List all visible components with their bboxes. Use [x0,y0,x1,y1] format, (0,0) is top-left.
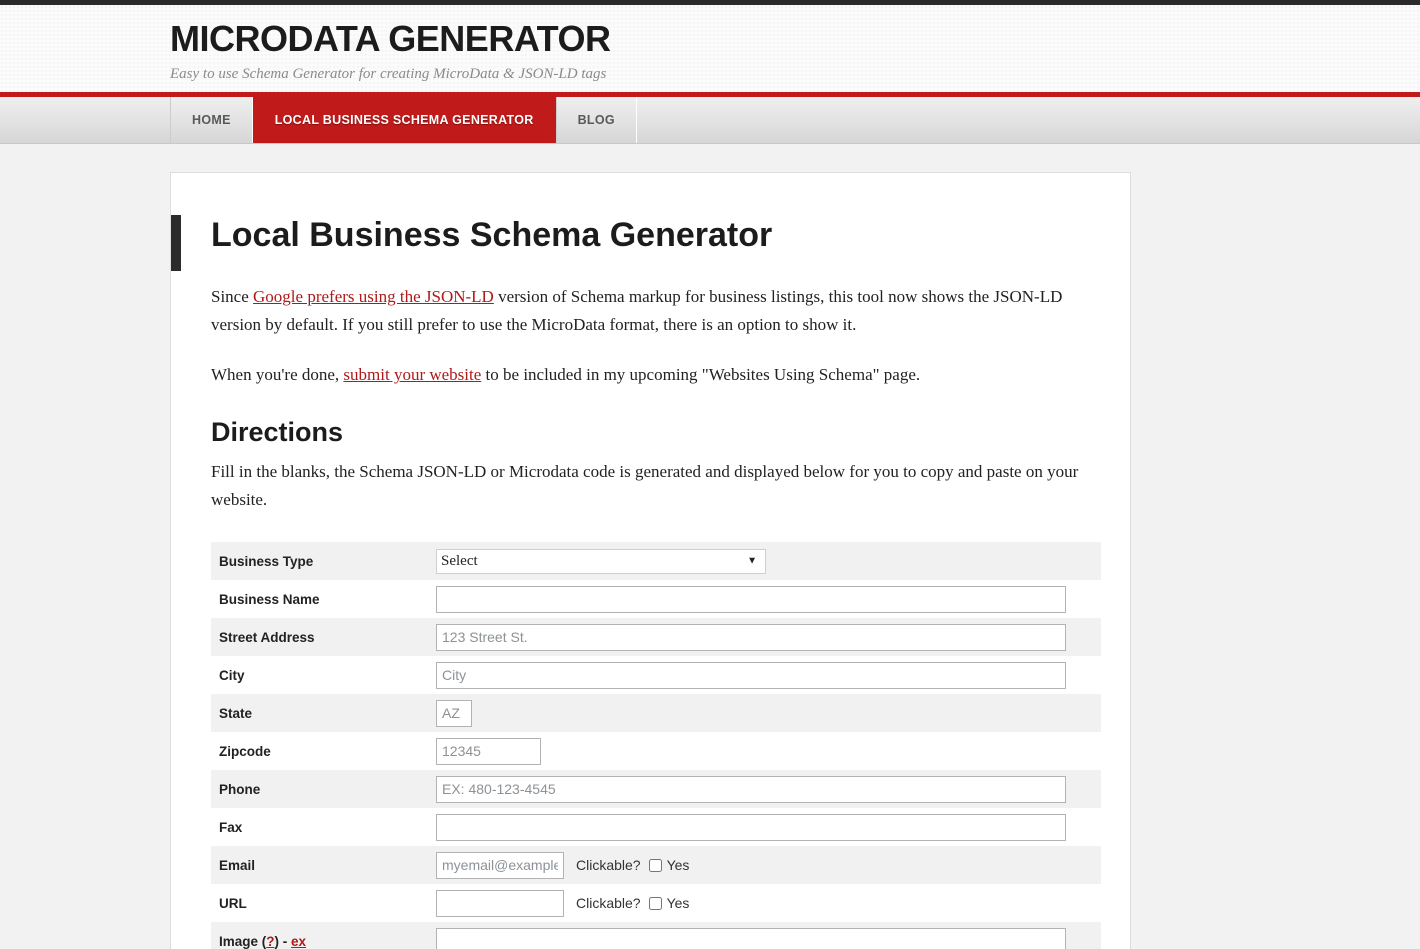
label-business-name: Business Name [219,591,320,607]
site-tagline: Easy to use Schema Generator for creatin… [170,65,607,82]
label-state: State [219,705,253,721]
schema-form-table: Business Type Select ▼ Business Name Str… [211,542,1101,949]
nav-item-blog[interactable]: BLOG [555,97,637,143]
business-type-select[interactable]: Select [436,548,766,574]
label-url: URL [219,895,247,911]
state-input[interactable] [436,699,472,727]
email-clickable-yes-label: Yes [666,857,690,874]
image-label-text: Image [219,933,259,949]
label-city: City [219,667,245,683]
content-card: Local Business Schema Generator Since Go… [170,172,1131,949]
table-row-image: Image (?) - ex [211,922,1101,949]
table-row-zipcode: Zipcode [211,732,1101,770]
page-title: Local Business Schema Generator [211,216,773,254]
submit-website-link[interactable]: submit your website [343,365,481,384]
url-clickable-checkbox[interactable] [648,896,662,910]
email-clickable-checkbox[interactable] [648,858,662,872]
page-wrapper: Local Business Schema Generator Since Go… [0,144,1420,949]
table-row-street-address: Street Address [211,618,1101,657]
submit-paragraph: When you're done, submit your website to… [211,361,1090,389]
label-phone: Phone [219,781,261,797]
nav-item-local-business-schema-generator[interactable]: LOCAL BUSINESS SCHEMA GENERATOR [252,97,556,143]
label-street-address: Street Address [219,629,315,645]
label-image: Image (?) - ex [219,933,307,949]
site-header: MICRODATA GENERATOR Easy to use Schema G… [0,0,1420,97]
email-field-row: Clickable? Yes [436,851,1089,879]
table-row-business-name: Business Name [211,580,1101,618]
email-input[interactable] [436,851,564,879]
submit-text-before: When you're done, [211,365,344,385]
site-title: MICRODATA GENERATOR [170,18,611,59]
table-row-email: Email Clickable? Yes [211,846,1101,885]
street-address-input[interactable] [436,623,1066,651]
intro-text-before: Since [211,287,254,307]
table-row-state: State [211,694,1101,733]
table-row-phone: Phone [211,770,1101,809]
business-name-input[interactable] [436,585,1066,613]
table-row-business-type: Business Type Select ▼ [211,542,1101,581]
image-label-separator: - [282,933,288,949]
image-example-link[interactable]: ex [291,934,306,949]
json-ld-link[interactable]: Google prefers using the JSON-LD [253,287,494,306]
url-input[interactable] [436,889,564,917]
label-fax: Fax [219,819,243,835]
table-row-city: City [211,656,1101,694]
directions-heading: Directions [211,417,344,448]
page-title-row: Local Business Schema Generator [171,213,1090,271]
url-clickable-label: Clickable? [576,895,641,912]
url-clickable-group: Clickable? Yes [576,895,689,911]
main-navigation: HOME LOCAL BUSINESS SCHEMA GENERATOR BLO… [0,97,1420,144]
intro-paragraph: Since Google prefers using the JSON-LD v… [211,283,1090,339]
title-accent-bar [171,215,181,271]
nav-item-home[interactable]: HOME [170,97,253,143]
fax-input[interactable] [436,813,1066,841]
label-business-type: Business Type [219,553,314,569]
email-clickable-label: Clickable? [576,857,641,874]
submit-text-after: to be included in my upcoming "Websites … [481,365,921,385]
zipcode-input[interactable] [436,737,541,765]
table-row-fax: Fax [211,808,1101,846]
label-zipcode: Zipcode [219,743,271,759]
city-input[interactable] [436,661,1066,689]
email-clickable-group: Clickable? Yes [576,857,689,873]
url-field-row: Clickable? Yes [436,889,1089,917]
label-email: Email [219,857,256,873]
image-help-link[interactable]: ? [266,934,274,949]
url-clickable-yes-label: Yes [666,895,690,912]
business-type-select-wrapper: Select ▼ [436,548,766,574]
directions-text: Fill in the blanks, the Schema JSON-LD o… [211,462,1079,510]
image-input[interactable] [436,927,1066,949]
phone-input[interactable] [436,775,1066,803]
table-row-url: URL Clickable? Yes [211,884,1101,922]
